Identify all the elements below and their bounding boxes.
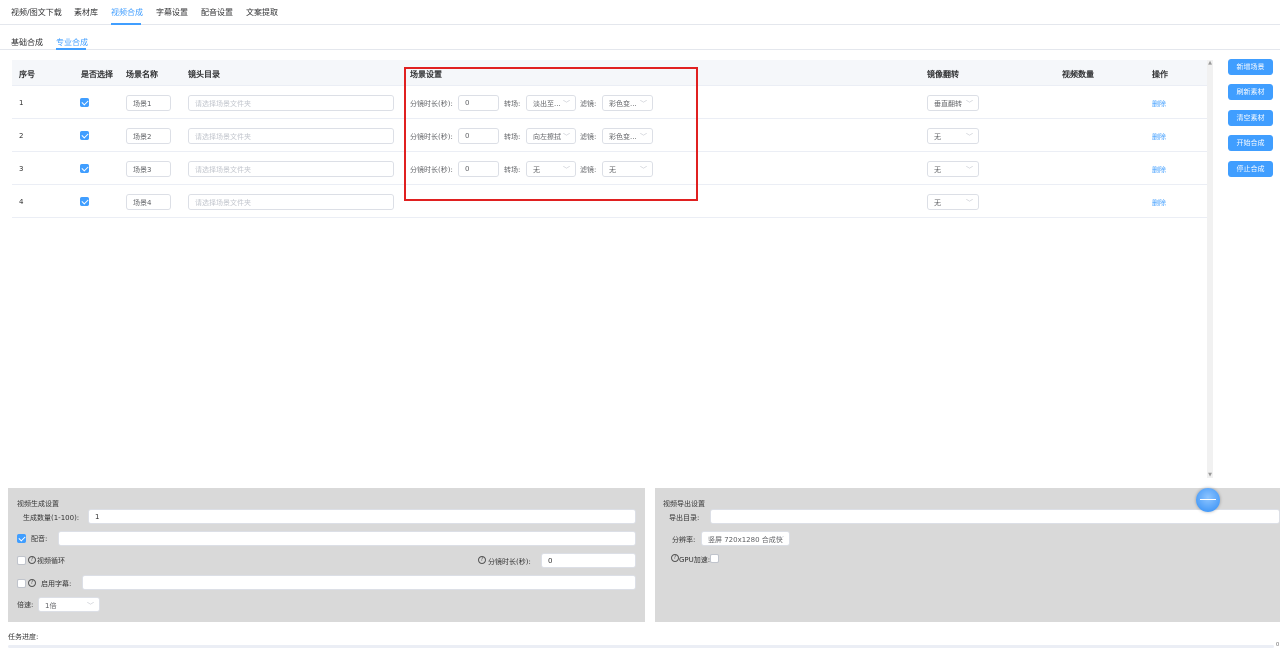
row-index: 2 [19,132,24,140]
generation-settings-title: 视频生成设置 [17,500,59,508]
subtitle-label: 启用字幕: [41,580,72,588]
start-compose-button[interactable]: 开始合成 [1228,135,1273,151]
chevron-down-icon: ﹀ [777,536,784,544]
help-icon[interactable]: ? [28,556,36,564]
scene-settings-highlight [404,67,698,201]
tab-material-library[interactable]: 素材库 [74,7,98,18]
dub-label: 配音: [31,535,48,543]
delete-link[interactable]: 删除 [1152,198,1166,208]
speed-label: 倍速: [17,601,34,609]
add-scene-button[interactable]: 新增场景 [1228,59,1273,75]
resolution-label: 分辨率: [672,536,696,544]
dub-checkbox[interactable] [17,534,26,543]
stop-compose-button[interactable]: 停止合成 [1228,161,1273,177]
mirror-value: 无 [934,199,941,207]
scene-name-input[interactable]: 场景2 [126,128,171,144]
gpu-label: GPU加速: [679,556,711,564]
progress-value: 0 [1276,642,1280,648]
count-input[interactable]: 1 [88,509,636,524]
header-actions: 操作 [1152,70,1168,79]
mirror-value: 无 [934,133,941,141]
subtitle-checkbox[interactable] [17,579,26,588]
refresh-material-button[interactable]: 刷新素材 [1228,84,1273,100]
subtitle-help-icon[interactable]: ? [28,579,36,587]
mirror-value: 垂直翻转 [934,100,962,108]
scroll-down-icon[interactable]: ▼ [1207,472,1213,478]
active-subtab-indicator [56,48,86,50]
dub-input[interactable] [58,531,636,546]
tab-video-compose[interactable]: 视频合成 [111,7,143,18]
clear-material-button[interactable]: 清空素材 [1228,110,1273,126]
shot-dir-input[interactable]: 请选择场景文件夹 [188,128,394,144]
sub-tabs: 基础合成 专业合成 [0,30,1280,50]
scene-name-input[interactable]: 场景1 [126,95,171,111]
row-select-checkbox[interactable] [80,98,89,107]
top-tabs: 视频/图文下载 素材库 视频合成 字幕设置 配音设置 文案提取 [0,0,1280,25]
mirror-value: 无 [934,166,941,174]
delete-link[interactable]: 删除 [1152,99,1166,109]
scene-name-input[interactable]: 场景4 [126,194,171,210]
row-select-checkbox[interactable] [80,197,89,206]
mirror-select[interactable]: 无 ﹀ [927,161,979,177]
export-settings-title: 视频导出设置 [663,500,705,508]
chevron-down-icon: ﹀ [966,199,973,207]
gpu-help-icon[interactable]: ? [671,554,679,562]
mirror-select[interactable]: 垂直翻转 ﹀ [927,95,979,111]
duration-help-icon[interactable]: ? [478,556,486,564]
header-select: 是否选择 [81,70,113,79]
scene-name-input[interactable]: 场景3 [126,161,171,177]
resolution-value: 竖屏 720x1280 合成快 [708,536,783,544]
resolution-select[interactable]: 竖屏 720x1280 合成快 ﹀ [701,531,790,546]
chevron-down-icon: ﹀ [966,100,973,108]
header-mirror: 镜像翻转 [927,70,959,79]
duration-label: 分镜时长(秒): [488,558,531,566]
loop-label: 视频循环 [37,557,65,565]
header-scene-name: 场景名称 [126,70,158,79]
mirror-select[interactable]: 无 ﹀ [927,128,979,144]
tab-basic-compose[interactable]: 基础合成 [11,37,43,48]
export-dir-label: 导出目录: [669,514,700,522]
scroll-up-icon[interactable]: ▲ [1207,60,1213,66]
shot-dir-input[interactable]: 请选择场景文件夹 [188,95,394,111]
header-shot-dir: 镜头目录 [188,70,220,79]
header-video-count: 视频数量 [1062,70,1094,79]
speed-select[interactable]: 1倍 ﹀ [38,597,100,612]
chevron-down-icon: ﹀ [87,602,94,610]
delete-link[interactable]: 删除 [1152,132,1166,142]
duration-input[interactable]: 0 [541,553,636,568]
row-index: 3 [19,165,24,173]
row-index: 4 [19,198,24,206]
export-dir-input[interactable] [710,509,1280,524]
tab-subtitle-settings[interactable]: 字幕设置 [156,7,188,18]
tab-pro-compose[interactable]: 专业合成 [56,37,88,48]
tab-download[interactable]: 视频/图文下载 [11,7,62,18]
shot-dir-input[interactable]: 请选择场景文件夹 [188,194,394,210]
active-tab-indicator [111,23,141,25]
tab-text-extract[interactable]: 文案提取 [246,7,278,18]
progress-label: 任务进度: [8,633,39,641]
chevron-down-icon: ﹀ [966,166,973,174]
export-settings-panel: 视频导出设置 导出目录: 分辨率: 竖屏 720x1280 合成快 ﹀ ? GP… [655,488,1280,622]
floating-assistant-button[interactable] [1196,488,1220,512]
count-label: 生成数量(1-100): [23,514,80,522]
generation-settings-panel: 视频生成设置 生成数量(1-100): 1 配音: ? 视频循环 ? 分镜时长(… [8,488,645,622]
mirror-select[interactable]: 无 ﹀ [927,194,979,210]
row-select-checkbox[interactable] [80,131,89,140]
delete-link[interactable]: 删除 [1152,165,1166,175]
shot-dir-input[interactable]: 请选择场景文件夹 [188,161,394,177]
gpu-checkbox[interactable] [710,554,719,563]
subtitle-input[interactable] [82,575,636,590]
chevron-down-icon: ﹀ [966,133,973,141]
speed-value: 1倍 [45,602,57,610]
loop-checkbox[interactable] [17,556,26,565]
row-select-checkbox[interactable] [80,164,89,173]
tab-dubbing-settings[interactable]: 配音设置 [201,7,233,18]
header-index: 序号 [19,70,35,79]
row-index: 1 [19,99,24,107]
table-scrollbar[interactable]: ▲ ▼ [1207,60,1213,478]
